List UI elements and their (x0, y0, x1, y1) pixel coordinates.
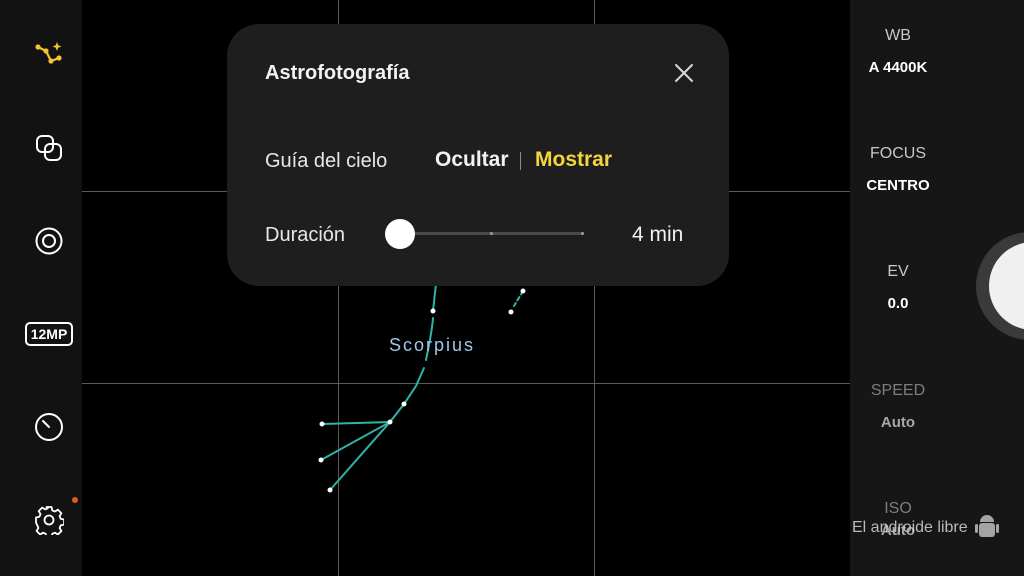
right-settings-panel: WB A 4400K FOCUS CENTRO EV 0.0 SPEED Aut… (850, 0, 1024, 576)
ev-value: 0.0 (887, 295, 909, 312)
option-divider (520, 152, 521, 170)
sky-guide-label: Guía del cielo (265, 150, 388, 172)
close-icon[interactable] (671, 60, 697, 86)
duration-value: 4 min (632, 223, 684, 246)
duration-slider-track[interactable] (400, 232, 584, 235)
focus-value: CENTRO (866, 177, 930, 194)
focus-label: FOCUS (870, 145, 926, 162)
wb-label: WB (885, 27, 911, 44)
speed-value: Auto (880, 414, 916, 431)
dialog-title: Astrofotografía (265, 62, 410, 84)
focus-setting[interactable]: FOCUS CENTRO (850, 145, 946, 194)
speed-setting[interactable]: SPEED Auto (850, 382, 946, 431)
constellation-label: Scorpius (389, 335, 476, 355)
watermark: El androide libre (852, 513, 1000, 543)
wb-value: A 4400K (868, 59, 928, 76)
ev-label: EV (887, 263, 909, 280)
duration-label: Duración (265, 224, 346, 246)
speed-label: SPEED (870, 382, 926, 399)
slider-tick (581, 232, 584, 235)
android-icon (975, 515, 1000, 537)
watermark-text: El androide libre (852, 519, 968, 537)
astrophotography-dialog: Astrofotografía Guía del cielo Ocultar M… (227, 24, 729, 286)
wb-setting[interactable]: WB A 4400K (850, 27, 946, 76)
sky-guide-show-option[interactable]: Mostrar (535, 148, 612, 172)
duration-slider-thumb[interactable] (385, 219, 415, 249)
slider-tick (490, 232, 493, 235)
ev-setting[interactable]: EV 0.0 (850, 263, 946, 312)
sky-guide-hide-option[interactable]: Ocultar (435, 148, 509, 172)
